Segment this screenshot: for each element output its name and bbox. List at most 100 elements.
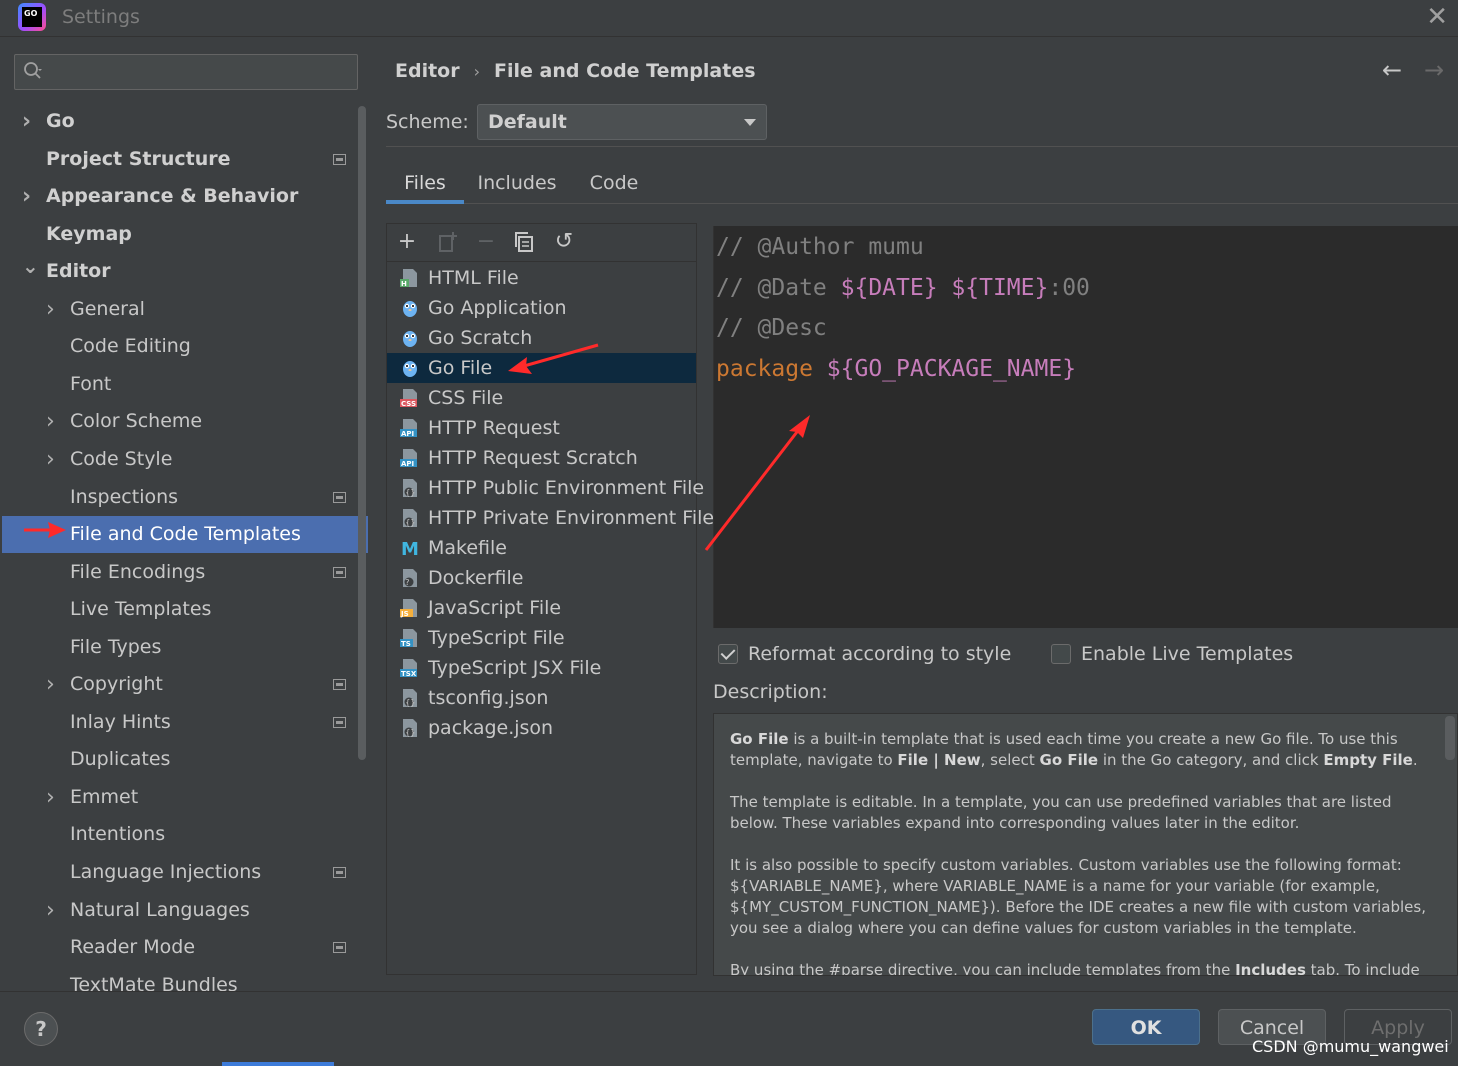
sidebar-item-go[interactable]: › Go [2,103,368,140]
description-paragraph: The template is editable. In a template,… [730,793,1392,832]
template-label: package.json [428,717,554,739]
template-list-item[interactable]: CSS CSS File [387,383,696,413]
template-list-item[interactable]: Go Application [387,293,696,323]
chevron-right-icon[interactable]: › [46,892,60,929]
template-list-item[interactable]: {} HTTP Private Environment File [387,503,714,533]
template-list-item[interactable]: ? Dockerfile [387,563,696,593]
scheme-dropdown[interactable]: Default [477,104,767,140]
chevron-down-icon[interactable]: ⌄ [22,253,39,290]
template-list-item[interactable]: Go Scratch [387,323,696,353]
template-list-item[interactable]: TS TypeScript File [387,623,696,653]
code-token: package [716,355,813,382]
sidebar-item-duplicates[interactable]: Duplicates [2,741,368,778]
code-token: :00 [1048,274,1090,301]
back-arrow-icon[interactable]: ← [1382,56,1402,84]
tab-files[interactable]: Files [386,166,464,204]
live-templates-checkbox[interactable] [1051,644,1071,664]
sidebar-item-font[interactable]: Font [2,366,368,403]
description-label: Description: [713,681,828,703]
sidebar-item-file-types[interactable]: File Types [2,629,368,666]
code-line: // @Author mumu [716,234,924,260]
sidebar-item-reader-mode[interactable]: Reader Mode [2,929,368,966]
sidebar-scrollbar[interactable] [358,106,366,760]
scheme-label: Scheme: [386,111,469,133]
help-button[interactable]: ? [24,1012,58,1046]
chevron-right-icon[interactable]: › [46,441,60,478]
copy-add-icon[interactable] [436,230,460,254]
forward-arrow-icon[interactable]: → [1424,56,1444,84]
sidebar-item-appearance-behavior[interactable]: › Appearance & Behavior [2,178,368,215]
sidebar-item-copyright[interactable]: › Copyright [2,666,368,703]
description-paragraph: It is also possible to specify custom va… [730,856,1426,937]
sidebar-item-editor[interactable]: ⌄ Editor [2,253,368,290]
copy-icon[interactable] [512,230,536,254]
code-token: ${DATE} [840,274,938,301]
sidebar-item-keymap[interactable]: Keymap [2,216,368,253]
sidebar-item-label: Keymap [46,222,132,245]
chevron-right-icon[interactable]: › [46,403,60,440]
chevron-right-icon[interactable]: › [22,103,36,140]
template-list-item[interactable]: Go File [387,353,696,383]
reset-icon[interactable]: ↺ [552,230,576,254]
list-toolbar: + − ↺ [387,224,696,262]
close-icon[interactable]: ✕ [1426,2,1448,32]
ok-button[interactable]: OK [1092,1009,1200,1045]
sidebar-item-color-scheme[interactable]: › Color Scheme [2,403,368,440]
chevron-right-icon[interactable]: › [22,178,36,215]
sidebar-item-file-and-code-templates[interactable]: File and Code Templates [2,516,368,554]
add-icon[interactable]: + [395,230,419,254]
sidebar-item-label: File Encodings [70,560,206,583]
sidebar-item-live-templates[interactable]: Live Templates [2,591,368,628]
template-list-item[interactable]: {} package.json [387,713,696,743]
tab-code[interactable]: Code [582,166,646,204]
template-list-item[interactable]: JS JavaScript File [387,593,696,623]
template-list-item[interactable]: TSX TypeScript JSX File [387,653,696,683]
sidebar-item-label: Code Style [70,447,173,470]
template-list-item[interactable]: H HTML File [387,263,696,293]
template-label: TypeScript File [428,627,565,649]
sidebar-item-label: File and Code Templates [70,523,301,546]
sidebar-item-code-style[interactable]: › Code Style [2,441,368,478]
scheme-value: Default [488,111,567,133]
sidebar-item-intentions[interactable]: Intentions [2,816,368,853]
template-label: Go File [428,357,493,379]
sidebar-item-textmate-bundles[interactable]: TextMate Bundles [2,967,368,991]
chevron-right-icon[interactable]: › [46,779,60,816]
sidebar-item-label: Code Editing [70,335,191,358]
breadcrumb-editor[interactable]: Editor [395,60,460,82]
code-token: // @Date [716,274,841,301]
description-scrollbar[interactable] [1445,716,1455,760]
chevron-right-icon[interactable]: › [46,666,60,703]
remove-icon[interactable]: − [474,230,498,254]
description-paragraph: Go File is a built-in template that is u… [730,729,1430,771]
search-input[interactable] [14,54,358,90]
sidebar-item-emmet[interactable]: › Emmet [2,779,368,816]
sidebar-item-natural-languages[interactable]: › Natural Languages [2,892,368,929]
makefile-icon: M [401,539,419,558]
template-editor[interactable]: // @Author mumu // @Date ${DATE} ${TIME}:… [713,226,1458,628]
desc-text: , select [980,751,1040,769]
reformat-checkbox[interactable] [718,644,738,664]
code-line: // @Date ${DATE} ${TIME}:00 [716,275,1090,301]
sidebar-item-file-encodings[interactable]: File Encodings [2,554,368,591]
sidebar-item-code-editing[interactable]: Code Editing [2,328,368,365]
sidebar-item-language-injections[interactable]: Language Injections [2,854,368,891]
sidebar-item-inspections[interactable]: Inspections [2,479,368,516]
template-list-item[interactable]: {} tsconfig.json [387,683,696,713]
settings-sidebar: › Go Project Structure › Appearance & Behavi… [2,38,368,991]
tab-includes[interactable]: Includes [474,166,560,204]
svg-text:?: ? [405,578,409,587]
sidebar-item-general[interactable]: › General [2,291,368,328]
svg-text:API: API [401,460,414,468]
code-line: package ${GO_PACKAGE_NAME} [716,356,1076,382]
description-paragraph: By using the #parse directive, you can i… [730,960,1430,975]
template-list-item[interactable]: API HTTP Request [387,413,696,443]
logo-text: GO [22,7,42,27]
chevron-right-icon[interactable]: › [46,291,60,328]
template-list-item[interactable]: M Makefile [387,533,696,563]
template-list-item[interactable]: API HTTP Request Scratch [387,443,696,473]
template-list-item[interactable]: {} HTTP Public Environment File [387,473,704,503]
sidebar-item-inlay-hints[interactable]: Inlay Hints [2,704,368,741]
sidebar-item-project-structure[interactable]: Project Structure [2,141,368,178]
sidebar-item-label: Natural Languages [70,898,250,921]
